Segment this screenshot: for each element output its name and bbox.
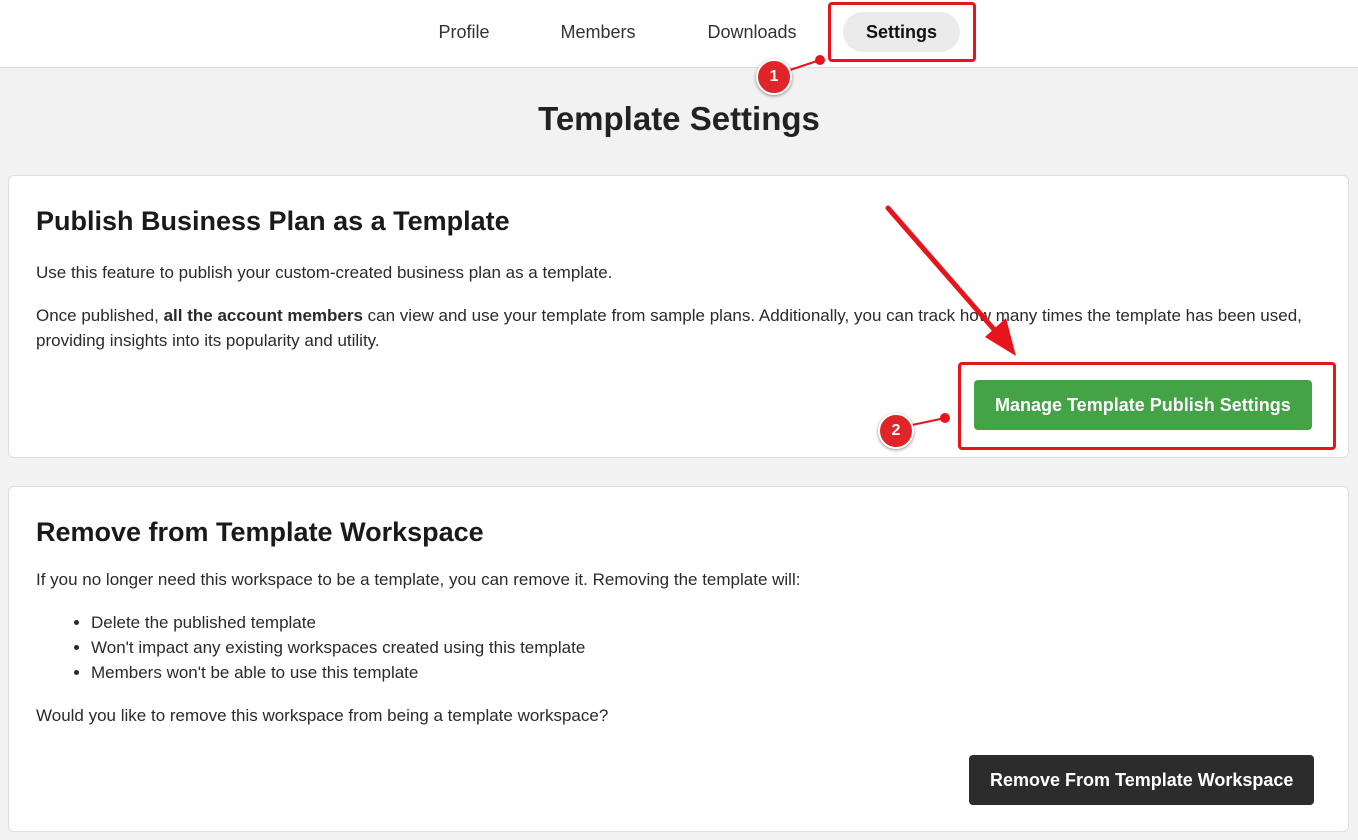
list-item: Members won't be able to use this templa…	[91, 660, 585, 685]
remove-heading: Remove from Template Workspace	[36, 517, 484, 547]
remove-from-template-workspace-button[interactable]: Remove From Template Workspace	[969, 755, 1315, 805]
step-2-badge: 2	[878, 413, 914, 449]
members-emphasis: all the account members	[163, 306, 363, 325]
step-1-badge: 1	[756, 59, 792, 95]
remove-consequences-list: Delete the published template Won't impa…	[91, 610, 585, 685]
tab-profile[interactable]: Profile	[420, 12, 508, 52]
publish-detail: Once published, all the account members …	[36, 306, 1302, 350]
remove-template-card: Remove from Template Workspace If you no…	[8, 486, 1349, 832]
list-item: Delete the published template	[91, 610, 585, 635]
publish-intro: Use this feature to publish your custom-…	[36, 263, 613, 282]
remove-question: Would you like to remove this workspace …	[36, 706, 609, 725]
tab-downloads[interactable]: Downloads	[690, 12, 814, 52]
settings-highlight-box	[828, 2, 976, 62]
remove-intro: If you no longer need this workspace to …	[36, 570, 801, 589]
list-item: Won't impact any existing workspaces cre…	[91, 635, 585, 660]
page-title: Template Settings	[538, 100, 820, 137]
publish-heading: Publish Business Plan as a Template	[36, 206, 510, 236]
tab-members[interactable]: Members	[540, 12, 656, 52]
manage-button-highlight-box	[958, 362, 1336, 450]
top-navigation: Profile Members Downloads Settings	[0, 0, 1358, 68]
